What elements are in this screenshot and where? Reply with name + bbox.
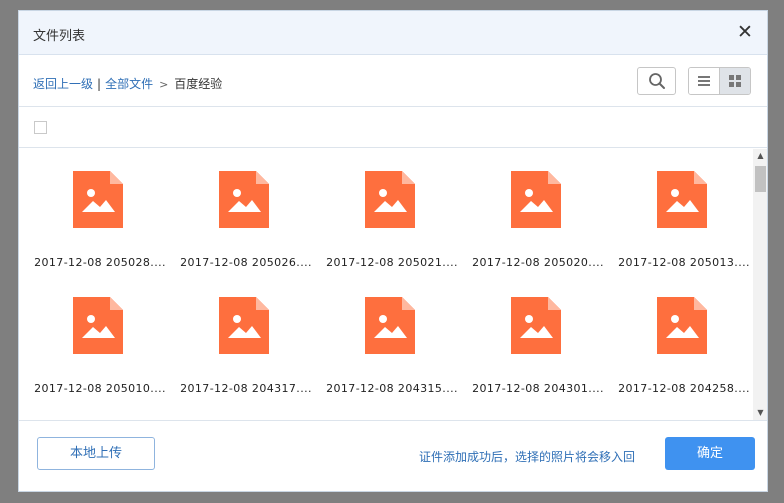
- file-tile[interactable]: 2017-12-08 204315....: [319, 275, 465, 401]
- dialog-titlebar: 文件列表 ✕: [19, 11, 767, 55]
- file-tile[interactable]: 2017-12-08 205021....: [319, 149, 465, 275]
- file-tile[interactable]: 2017-12-08 204301....: [465, 275, 611, 401]
- image-file-icon: [365, 171, 415, 228]
- file-name: 2017-12-08 204317....: [180, 382, 312, 395]
- back-link[interactable]: 返回上一级: [33, 77, 93, 91]
- file-name: 2017-12-08 205013....: [618, 256, 750, 269]
- scroll-down-arrow[interactable]: ▼: [753, 406, 767, 420]
- scroll-thumb[interactable]: [755, 166, 766, 192]
- scroll-up-arrow[interactable]: ▲: [753, 149, 767, 163]
- local-upload-button[interactable]: 本地上传: [37, 437, 155, 470]
- select-all-checkbox[interactable]: [34, 121, 47, 134]
- list-view-icon: [698, 76, 710, 86]
- search-icon: [648, 73, 665, 89]
- navigation-bar: 返回上一级 | 全部文件 > 百度经验: [19, 56, 767, 106]
- file-tile[interactable]: 2017-12-08 205026....: [173, 149, 319, 275]
- file-name: 2017-12-08 204301....: [472, 382, 604, 395]
- file-name: 2017-12-08 205020....: [472, 256, 604, 269]
- file-name: 2017-12-08 205021....: [326, 256, 458, 269]
- breadcrumb-separator: |: [97, 77, 102, 91]
- image-file-icon: [73, 171, 123, 228]
- image-file-icon: [657, 297, 707, 354]
- file-grid: 2017-12-08 205028.... 2017-12-08 205026..…: [19, 149, 752, 420]
- file-name: 2017-12-08 205026....: [180, 256, 312, 269]
- file-tile[interactable]: 2017-12-08 205028....: [27, 149, 173, 275]
- image-file-icon: [73, 297, 123, 354]
- confirm-button[interactable]: 确定: [665, 437, 755, 470]
- all-files-link[interactable]: 全部文件: [105, 77, 153, 91]
- file-tile[interactable]: 2017-12-08 205010....: [27, 275, 173, 401]
- search-button[interactable]: [637, 67, 676, 95]
- list-view-button[interactable]: [689, 68, 719, 94]
- grid-view-icon: [729, 75, 741, 87]
- current-folder: 百度经验: [174, 77, 223, 91]
- file-list-dialog: 文件列表 ✕ 返回上一级 | 全部文件 > 百度经验 2017-12-08 20…: [18, 10, 768, 492]
- file-name: 2017-12-08 204315....: [326, 382, 458, 395]
- image-file-icon: [511, 297, 561, 354]
- breadcrumb-arrow: >: [159, 78, 169, 91]
- file-tile[interactable]: 2017-12-08 204317....: [173, 275, 319, 401]
- file-name: 2017-12-08 205028....: [34, 256, 166, 269]
- image-file-icon: [511, 171, 561, 228]
- image-file-icon: [219, 297, 269, 354]
- image-file-icon: [657, 171, 707, 228]
- file-name: 2017-12-08 204258....: [618, 382, 750, 395]
- dialog-title: 文件列表: [33, 29, 86, 44]
- dialog-footer: 本地上传 证件添加成功后，选择的照片将会移入回 确定: [19, 420, 767, 491]
- view-toggle: [688, 67, 751, 95]
- select-all-bar: [19, 106, 767, 148]
- image-file-icon: [219, 171, 269, 228]
- grid-view-button[interactable]: [719, 68, 750, 94]
- scrollbar[interactable]: ▲ ▼: [753, 149, 767, 420]
- image-file-icon: [365, 297, 415, 354]
- close-button[interactable]: ✕: [735, 22, 755, 42]
- breadcrumb: 返回上一级 | 全部文件 > 百度经验: [33, 75, 222, 92]
- file-name: 2017-12-08 205010....: [34, 382, 166, 395]
- hint-text: 证件添加成功后，选择的照片将会移入回: [419, 450, 636, 464]
- file-tile[interactable]: 2017-12-08 205013....: [611, 149, 752, 275]
- file-tile[interactable]: 2017-12-08 204258....: [611, 275, 752, 401]
- file-tile[interactable]: 2017-12-08 205020....: [465, 149, 611, 275]
